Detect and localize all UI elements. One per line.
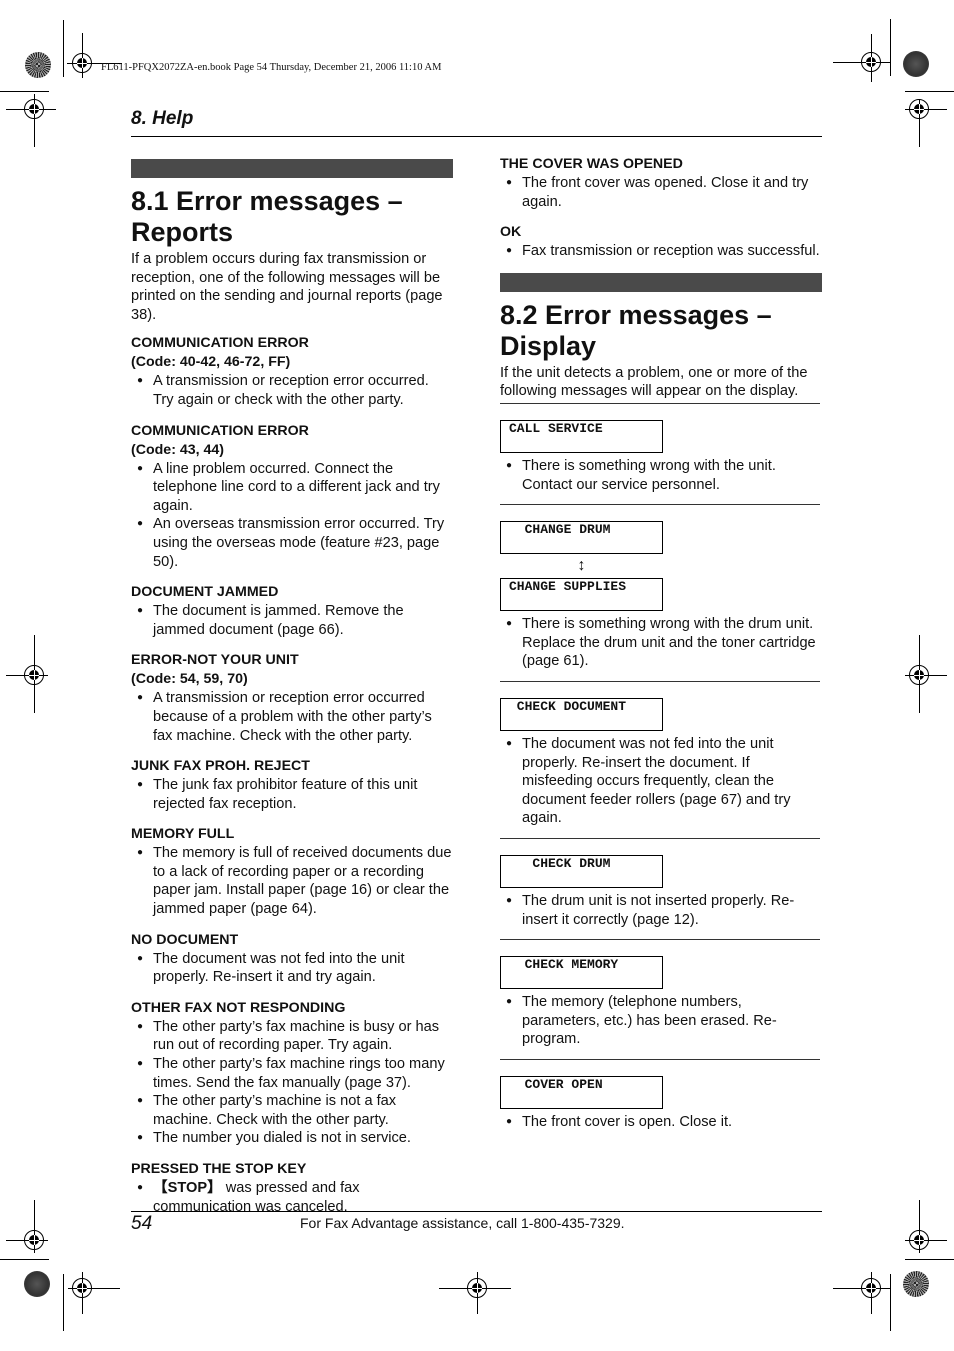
color-rosette-icon: [25, 52, 51, 78]
entry-title: ERROR-NOT YOUR UNIT: [131, 652, 299, 669]
bullet-item: The other party’s fax machine rings too …: [131, 1055, 453, 1092]
crop-line: [905, 91, 954, 92]
error-entry: OTHER FAX NOT RESPONDING The other party…: [131, 999, 453, 1148]
section-title-line: 8.1 Error messages –: [131, 186, 403, 216]
display-entry: COVER OPEN The front cover is open. Clos…: [500, 1075, 822, 1132]
bullet-item: The number you dialed is not in service.: [131, 1129, 453, 1148]
lcd-display: COVER OPEN: [500, 1075, 663, 1109]
lcd-display: CHECK DOCUMENT: [500, 697, 663, 731]
display-entry: CHECK DOCUMENT The document was not fed …: [500, 697, 822, 828]
bullet-item: There is something wrong with the unit. …: [500, 457, 822, 494]
footer-assistance: For Fax Advantage assistance, call 1-800…: [300, 1215, 625, 1231]
bullet-item: The document was not fed into the unit p…: [131, 950, 453, 987]
error-entry: PRESSED THE STOP KEY 【STOP】 was pressed …: [131, 1160, 453, 1216]
color-rosette-icon: [24, 1271, 50, 1297]
print-info: FL611-PFQX2072ZA-en.book Page 54 Thursda…: [101, 62, 442, 73]
separator: [500, 402, 820, 404]
bullet-item: The front cover is open. Close it.: [500, 1113, 822, 1132]
stop-key-label: 【STOP】: [153, 1180, 222, 1196]
bullet-item: The drum unit is not inserted properly. …: [500, 892, 822, 929]
crop-line: [890, 19, 891, 76]
entry-title: OTHER FAX NOT RESPONDING: [131, 999, 346, 1016]
right-column: THE COVER WAS OPENED The front cover was…: [500, 155, 822, 1131]
error-entry: DOCUMENT JAMMED The document is jammed. …: [131, 583, 453, 639]
entry-code: (Code: 54, 59, 70): [131, 671, 248, 688]
display-entry: CALL SERVICE There is something wrong wi…: [500, 419, 822, 494]
section-title-line: Reports: [131, 217, 234, 247]
error-entry: COMMUNICATION ERROR (Code: 40-42, 46-72,…: [131, 334, 453, 409]
header-rule: [131, 136, 822, 137]
crop-line: [0, 1259, 49, 1260]
display-entry: CHECK MEMORY The memory (telephone numbe…: [500, 956, 822, 1049]
entry-code: (Code: 43, 44): [131, 441, 225, 458]
separator: [500, 1058, 820, 1060]
error-entry: MEMORY FULL The memory is full of receiv…: [131, 825, 453, 918]
crop-line: [63, 1274, 64, 1331]
section-title-line: 8.2 Error messages –: [500, 299, 772, 330]
error-entry: NO DOCUMENT The document was not fed int…: [131, 931, 453, 987]
page-number: 54: [131, 1213, 153, 1234]
crop-line: [0, 91, 49, 92]
entry-title: COMMUNICATION ERROR: [131, 422, 309, 439]
separator: [500, 939, 820, 941]
section-title-line: Display: [500, 330, 597, 361]
lcd-display: CALL SERVICE: [500, 419, 663, 453]
lcd-display: CHANGE DRUM: [500, 521, 663, 555]
section-bar: [500, 272, 822, 292]
error-entry: THE COVER WAS OPENED The front cover was…: [500, 155, 822, 211]
entry-title: PRESSED THE STOP KEY: [131, 1161, 307, 1177]
error-entry: ERROR-NOT YOUR UNIT (Code: 54, 59, 70) A…: [131, 651, 453, 745]
bullet-item: Fax transmission or reception was succes…: [500, 242, 822, 261]
bullet-item: There is something wrong with the drum u…: [500, 615, 822, 671]
color-rosette-icon: [903, 1271, 929, 1297]
error-entry: COMMUNICATION ERROR (Code: 43, 44) A lin…: [131, 422, 453, 572]
bullet-item: The document is jammed. Remove the jamme…: [131, 602, 453, 639]
lcd-display: CHANGE SUPPLIES: [500, 578, 663, 612]
entry-code: (Code: 40-42, 46-72, FF): [131, 354, 291, 371]
entry-title: MEMORY FULL: [131, 826, 235, 843]
entry-title: DOCUMENT JAMMED: [131, 584, 279, 601]
color-rosette-icon: [903, 51, 929, 77]
footer-rule: [131, 1211, 822, 1212]
bullet-item: The other party’s machine is not a fax m…: [131, 1092, 453, 1129]
separator: [500, 837, 820, 839]
bullet-item: An overseas transmission error occurred.…: [131, 515, 453, 571]
bullet-item: A transmission or reception error occurr…: [131, 689, 453, 745]
lcd-display: CHECK DRUM: [500, 854, 663, 888]
section-bar: [131, 159, 453, 178]
section-title: 8.2 Error messages – Display: [500, 300, 822, 362]
bullet-item: The other party’s fax machine is busy or…: [131, 1018, 453, 1055]
entry-title: JUNK FAX PROH. REJECT: [131, 758, 310, 775]
crop-line: [905, 1259, 954, 1260]
error-entry: OK Fax transmission or reception was suc…: [500, 223, 822, 261]
bullet-item: The front cover was opened. Close it and…: [500, 174, 822, 211]
entry-title: OK: [500, 224, 522, 241]
bullet-item: The junk fax prohibitor feature of this …: [131, 776, 453, 813]
crop-line: [890, 1274, 891, 1331]
separator: [500, 504, 820, 506]
error-entry: JUNK FAX PROH. REJECT The junk fax prohi…: [131, 757, 453, 813]
display-entry: CHECK DRUM The drum unit is not inserted…: [500, 854, 822, 929]
entry-title: THE COVER WAS OPENED: [500, 156, 683, 172]
lcd-display: CHECK MEMORY: [500, 956, 663, 990]
bullet-item: A transmission or reception error occurr…: [131, 372, 453, 409]
bullet-item: The memory is full of received documents…: [131, 844, 453, 918]
entry-title: COMMUNICATION ERROR: [131, 335, 309, 352]
crop-line: [63, 20, 64, 77]
bullet-item: A line problem occurred. Connect the tel…: [131, 460, 453, 516]
up-down-arrow-icon: ↕: [577, 557, 586, 575]
section-title: 8.1 Error messages – Reports: [131, 186, 453, 248]
section-intro: If a problem occurs during fax transmiss…: [131, 251, 443, 323]
section-intro: If the unit detects a problem, one or mo…: [500, 364, 808, 400]
left-column: 8.1 Error messages – Reports If a proble…: [131, 159, 453, 1228]
separator: [500, 680, 820, 682]
chapter-title: 8. Help: [131, 108, 194, 129]
entry-title: NO DOCUMENT: [131, 931, 239, 948]
display-entry: CHANGE DRUM ↕ CHANGE SUPPLIES There is s…: [500, 521, 822, 671]
bullet-item: The document was not fed into the unit p…: [500, 735, 822, 828]
bullet-item: The memory (telephone numbers, parameter…: [500, 993, 822, 1049]
